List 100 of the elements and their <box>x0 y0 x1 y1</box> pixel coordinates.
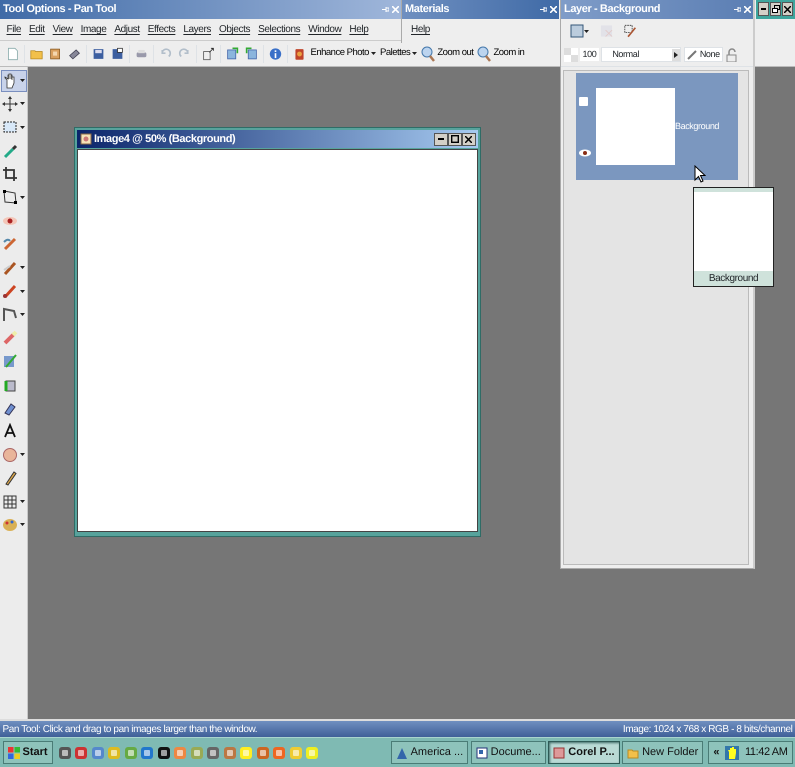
program-icon[interactable] <box>156 746 171 760</box>
palette-icon <box>2 516 18 533</box>
folder-icon[interactable] <box>48 46 62 62</box>
pin-icon[interactable] <box>540 6 547 13</box>
tool-button[interactable] <box>1 70 27 92</box>
save-as-icon[interactable] <box>110 46 124 62</box>
caret-icon <box>20 102 25 106</box>
menu-item[interactable]: Adjust <box>110 19 144 40</box>
menu-item[interactable]: Objects <box>214 19 254 40</box>
caret-icon <box>20 523 25 526</box>
caret-icon <box>20 266 25 270</box>
close-icon <box>784 6 791 12</box>
window-button[interactable] <box>462 132 476 146</box>
eraser-icon <box>2 330 18 346</box>
delete-icon <box>600 24 613 38</box>
close-icon <box>465 136 472 142</box>
toolbar-button[interactable]: Palettes <box>378 42 420 64</box>
caret-icon <box>412 52 418 55</box>
menu-item[interactable]: Window <box>304 19 346 40</box>
resize-icon[interactable] <box>202 46 214 62</box>
window-button[interactable] <box>758 2 769 16</box>
window-button[interactable] <box>770 2 781 16</box>
close-icon[interactable] <box>550 6 556 13</box>
mask-dropdown[interactable]: None <box>684 46 724 62</box>
brush-icon <box>2 283 18 300</box>
menu-item[interactable]: Image <box>76 19 110 40</box>
toolbar-button[interactable]: Enhance Photo <box>308 42 378 64</box>
clock: 11:42 AM <box>745 745 788 760</box>
menu-item[interactable]: Effects <box>144 19 180 40</box>
picture-stack-icon[interactable] <box>226 46 238 62</box>
visibility-icon[interactable] <box>578 148 590 156</box>
tooltip-label: Background <box>694 271 773 286</box>
folder-icon <box>627 746 640 758</box>
menu-item[interactable]: Selections <box>254 19 304 40</box>
minimize-icon <box>438 138 444 140</box>
zoom-out-icon <box>421 46 436 62</box>
window-button[interactable] <box>434 132 448 146</box>
program-icon[interactable] <box>58 746 72 760</box>
blend-mode-dropdown[interactable]: Normal <box>601 46 682 62</box>
menu-item[interactable]: Edit <box>25 19 49 40</box>
text-icon <box>2 423 18 440</box>
caret-icon <box>672 48 680 60</box>
layer-name: Background <box>675 120 720 133</box>
taskbar-button[interactable]: Docume... <box>470 741 546 764</box>
menu-item[interactable]: Layers <box>179 19 215 40</box>
hand-icon[interactable] <box>725 746 740 760</box>
status-text: Pan Tool: Click and drag to pan images larger than the window. <box>2 722 258 736</box>
window-title: Image4 @ 50% (Background) <box>94 132 236 147</box>
caret-icon <box>20 500 25 504</box>
selection-brush-icon <box>624 23 637 39</box>
dropper-icon <box>2 142 18 159</box>
crop-icon <box>2 166 18 182</box>
document-icon[interactable] <box>6 46 18 62</box>
window-button[interactable] <box>782 2 793 16</box>
image-info: Image: 1024 x 768 x RGB - 8 bits/channel <box>622 722 792 736</box>
caret-icon <box>20 126 25 129</box>
restore-icon <box>772 5 780 13</box>
selection-icon <box>2 119 18 136</box>
picture-stack-icon[interactable] <box>244 46 258 62</box>
transparency-icon <box>564 48 578 62</box>
menu-item[interactable]: File <box>2 19 26 40</box>
caret-icon <box>20 290 25 293</box>
close-icon[interactable] <box>744 6 750 13</box>
info-icon[interactable] <box>268 46 282 62</box>
toolbar-button[interactable]: Zoom in <box>475 42 526 64</box>
program-icon <box>553 746 566 758</box>
menu-item[interactable]: View <box>48 19 77 40</box>
start-button[interactable]: Start <box>2 741 53 764</box>
window-button[interactable] <box>448 132 462 146</box>
zoom-in-icon <box>477 46 492 62</box>
ellipse-icon <box>2 446 18 463</box>
pin-icon[interactable] <box>734 6 741 13</box>
brush-icon <box>2 236 18 252</box>
windows-logo-icon <box>8 746 20 758</box>
layer-icon <box>570 24 584 38</box>
palette-title: Layer - Background <box>564 2 660 17</box>
taskbar-button[interactable]: Corel P... <box>548 741 620 764</box>
caret-icon <box>20 312 25 316</box>
caret-icon <box>370 52 376 55</box>
taskbar-button[interactable]: New Folder <box>622 741 704 764</box>
lock-icon[interactable] <box>726 48 738 62</box>
document-icon <box>476 746 488 758</box>
image-icon <box>80 133 92 145</box>
caret-icon <box>20 79 25 82</box>
mesh-icon <box>2 494 18 510</box>
opacity-field[interactable]: 100 <box>580 48 599 62</box>
cursor-icon <box>694 165 706 183</box>
caret-icon <box>20 196 25 199</box>
palette-title: Tool Options - Pan Tool <box>3 2 116 17</box>
caret-icon <box>20 453 25 456</box>
menu-item[interactable]: Help <box>407 19 434 41</box>
maximize-icon <box>450 135 458 143</box>
taskbar-button[interactable]: America ... <box>390 741 468 764</box>
menu-item[interactable]: Help <box>345 19 372 40</box>
deform-icon <box>2 189 18 206</box>
toolbar-button[interactable]: Zoom out <box>419 42 476 64</box>
brush-icon <box>687 50 698 60</box>
move-icon <box>2 96 18 112</box>
caret-icon <box>584 30 588 32</box>
tray-toggle[interactable]: « <box>713 744 720 761</box>
